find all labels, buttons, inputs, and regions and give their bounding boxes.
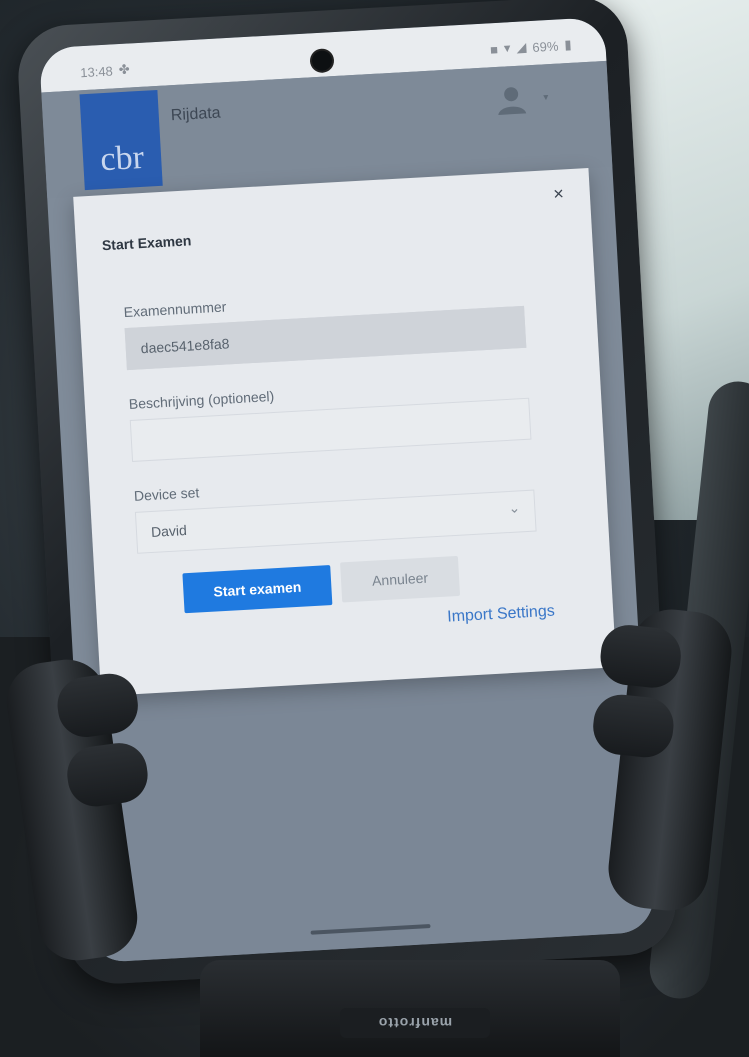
- chevron-down-icon: ⌄: [508, 499, 521, 516]
- dialog-title: Start Examen: [101, 232, 192, 254]
- start-exam-button[interactable]: Start examen: [182, 565, 333, 614]
- app-title: Rijdata: [170, 104, 222, 125]
- status-right: ■ ▾ ◢ 69% ▮: [490, 37, 572, 58]
- briefcase-icon: ■: [489, 41, 499, 57]
- close-icon[interactable]: ×: [553, 183, 565, 205]
- app-background: [75, 665, 656, 964]
- device-set-label: Device set: [133, 484, 200, 504]
- holder-brand-label: manfrotto: [340, 1008, 490, 1038]
- import-settings-link[interactable]: Import Settings: [447, 603, 555, 627]
- cbr-logo: cbr: [79, 89, 163, 191]
- exam-number-label: Examennummer: [123, 298, 227, 321]
- exam-number-value: daec541e8fa8: [140, 335, 230, 357]
- user-avatar-icon[interactable]: [494, 81, 530, 117]
- notification-icon: ✤: [118, 61, 131, 78]
- chevron-down-icon[interactable]: ▾: [543, 92, 549, 103]
- wifi-icon: ▾: [503, 40, 511, 56]
- battery-percent: 69%: [531, 38, 559, 55]
- cancel-button[interactable]: Annuleer: [340, 555, 461, 603]
- status-time: 13:48: [79, 62, 114, 80]
- status-left: 13:48 ✤: [80, 61, 130, 80]
- signal-icon: ◢: [515, 39, 527, 55]
- phone-screen: 13:48 ✤ ■ ▾ ◢ 69% ▮ cbr Rijdata ▾ Start …: [38, 16, 656, 964]
- description-label: Beschrijving (optioneel): [128, 387, 275, 413]
- start-exam-dialog: Start Examen × Examennummer daec541e8fa8…: [73, 168, 617, 697]
- battery-icon: ▮: [563, 36, 572, 53]
- device-set-value: David: [150, 522, 188, 540]
